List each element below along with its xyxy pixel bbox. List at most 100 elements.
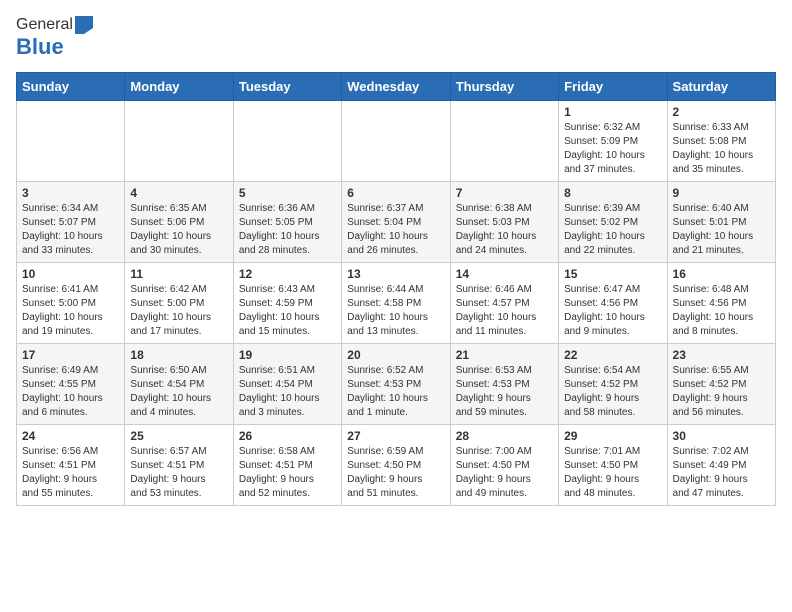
calendar-cell: 22 Sunrise: 6:54 AM Sunset: 4:52 PM Dayli… [559, 344, 667, 425]
calendar-week-row: 10Sunrise: 6:41 AM Sunset: 5:00 PM Dayli… [17, 263, 776, 344]
calendar-cell: 25 Sunrise: 6:57 AM Sunset: 4:51 PM Dayli… [125, 425, 233, 506]
calendar-cell: 10Sunrise: 6:41 AM Sunset: 5:00 PM Dayli… [17, 263, 125, 344]
day-number: 11 [130, 267, 227, 281]
day-info: Sunrise: 6:58 AM Sunset: 4:51 PM Dayligh… [239, 445, 336, 501]
day-number: 1 [564, 105, 661, 119]
calendar-cell [17, 101, 125, 182]
calendar-cell: 13 Sunrise: 6:44 AM Sunset: 4:58 PM Dayli… [342, 263, 450, 344]
calendar-cell: 18 Sunrise: 6:50 AM Sunset: 4:54 PM Dayli… [125, 344, 233, 425]
calendar-header-row: SundayMondayTuesdayWednesdayThursdayFrid… [17, 73, 776, 101]
day-number: 13 [347, 267, 444, 281]
calendar-cell: 9 Sunrise: 6:40 AM Sunset: 5:01 PM Daylig… [667, 182, 775, 263]
calendar-week-row: 3 Sunrise: 6:34 AM Sunset: 5:07 PM Daylig… [17, 182, 776, 263]
day-number: 21 [456, 348, 553, 362]
day-number: 14 [456, 267, 553, 281]
day-number: 3 [22, 186, 119, 200]
calendar-cell: 26 Sunrise: 6:58 AM Sunset: 4:51 PM Dayli… [233, 425, 341, 506]
calendar-cell: 4 Sunrise: 6:35 AM Sunset: 5:06 PM Daylig… [125, 182, 233, 263]
weekday-header: Wednesday [342, 73, 450, 101]
day-number: 18 [130, 348, 227, 362]
calendar-cell: 19Sunrise: 6:51 AM Sunset: 4:54 PM Dayli… [233, 344, 341, 425]
page-header: General Blue [16, 16, 776, 60]
day-info: Sunrise: 7:00 AM Sunset: 4:50 PM Dayligh… [456, 445, 553, 501]
day-number: 16 [673, 267, 770, 281]
day-number: 20 [347, 348, 444, 362]
calendar-week-row: 24 Sunrise: 6:56 AM Sunset: 4:51 PM Dayli… [17, 425, 776, 506]
day-number: 2 [673, 105, 770, 119]
day-info: Sunrise: 6:37 AM Sunset: 5:04 PM Dayligh… [347, 202, 444, 258]
calendar-cell: 24 Sunrise: 6:56 AM Sunset: 4:51 PM Dayli… [17, 425, 125, 506]
weekday-header: Saturday [667, 73, 775, 101]
day-info: Sunrise: 6:54 AM Sunset: 4:52 PM Dayligh… [564, 364, 661, 420]
day-number: 7 [456, 186, 553, 200]
calendar-cell: 16 Sunrise: 6:48 AM Sunset: 4:56 PM Dayli… [667, 263, 775, 344]
day-number: 12 [239, 267, 336, 281]
calendar-cell: 7 Sunrise: 6:38 AM Sunset: 5:03 PM Daylig… [450, 182, 558, 263]
day-number: 24 [22, 429, 119, 443]
calendar-cell: 6 Sunrise: 6:37 AM Sunset: 5:04 PM Daylig… [342, 182, 450, 263]
calendar-cell: 12 Sunrise: 6:43 AM Sunset: 4:59 PM Dayli… [233, 263, 341, 344]
day-info: Sunrise: 6:51 AM Sunset: 4:54 PM Dayligh… [239, 364, 336, 420]
day-info: Sunrise: 6:42 AM Sunset: 5:00 PM Dayligh… [130, 283, 227, 339]
day-number: 27 [347, 429, 444, 443]
day-info: Sunrise: 6:50 AM Sunset: 4:54 PM Dayligh… [130, 364, 227, 420]
calendar-week-row: 1 Sunrise: 6:32 AM Sunset: 5:09 PM Daylig… [17, 101, 776, 182]
day-info: Sunrise: 6:36 AM Sunset: 5:05 PM Dayligh… [239, 202, 336, 258]
day-number: 5 [239, 186, 336, 200]
logo: General Blue [16, 16, 93, 60]
calendar-cell: 30 Sunrise: 7:02 AM Sunset: 4:49 PM Dayli… [667, 425, 775, 506]
day-info: Sunrise: 6:56 AM Sunset: 4:51 PM Dayligh… [22, 445, 119, 501]
day-info: Sunrise: 6:38 AM Sunset: 5:03 PM Dayligh… [456, 202, 553, 258]
day-info: Sunrise: 6:40 AM Sunset: 5:01 PM Dayligh… [673, 202, 770, 258]
day-info: Sunrise: 6:32 AM Sunset: 5:09 PM Dayligh… [564, 121, 661, 177]
day-info: Sunrise: 6:44 AM Sunset: 4:58 PM Dayligh… [347, 283, 444, 339]
calendar-cell: 17Sunrise: 6:49 AM Sunset: 4:55 PM Dayli… [17, 344, 125, 425]
day-number: 22 [564, 348, 661, 362]
day-number: 25 [130, 429, 227, 443]
day-info: Sunrise: 6:55 AM Sunset: 4:52 PM Dayligh… [673, 364, 770, 420]
weekday-header: Thursday [450, 73, 558, 101]
calendar-cell: 20 Sunrise: 6:52 AM Sunset: 4:53 PM Dayli… [342, 344, 450, 425]
day-info: Sunrise: 7:01 AM Sunset: 4:50 PM Dayligh… [564, 445, 661, 501]
day-info: Sunrise: 6:33 AM Sunset: 5:08 PM Dayligh… [673, 121, 770, 177]
weekday-header: Sunday [17, 73, 125, 101]
day-number: 29 [564, 429, 661, 443]
calendar-cell: 29 Sunrise: 7:01 AM Sunset: 4:50 PM Dayli… [559, 425, 667, 506]
day-number: 9 [673, 186, 770, 200]
logo-general-text: General [16, 16, 73, 34]
calendar-cell: 15 Sunrise: 6:47 AM Sunset: 4:56 PM Dayli… [559, 263, 667, 344]
day-info: Sunrise: 6:49 AM Sunset: 4:55 PM Dayligh… [22, 364, 119, 420]
calendar-cell: 5 Sunrise: 6:36 AM Sunset: 5:05 PM Daylig… [233, 182, 341, 263]
calendar-cell [450, 101, 558, 182]
calendar-cell: 2 Sunrise: 6:33 AM Sunset: 5:08 PM Daylig… [667, 101, 775, 182]
weekday-header: Tuesday [233, 73, 341, 101]
day-info: Sunrise: 6:48 AM Sunset: 4:56 PM Dayligh… [673, 283, 770, 339]
logo-blue-text: Blue [16, 34, 64, 60]
calendar-cell [342, 101, 450, 182]
day-number: 15 [564, 267, 661, 281]
day-number: 26 [239, 429, 336, 443]
day-number: 23 [673, 348, 770, 362]
day-info: Sunrise: 6:35 AM Sunset: 5:06 PM Dayligh… [130, 202, 227, 258]
calendar-cell [125, 101, 233, 182]
day-info: Sunrise: 6:57 AM Sunset: 4:51 PM Dayligh… [130, 445, 227, 501]
day-number: 6 [347, 186, 444, 200]
calendar-cell: 23 Sunrise: 6:55 AM Sunset: 4:52 PM Dayli… [667, 344, 775, 425]
day-number: 4 [130, 186, 227, 200]
weekday-header: Friday [559, 73, 667, 101]
day-info: Sunrise: 6:43 AM Sunset: 4:59 PM Dayligh… [239, 283, 336, 339]
day-info: Sunrise: 6:52 AM Sunset: 4:53 PM Dayligh… [347, 364, 444, 420]
day-number: 10 [22, 267, 119, 281]
day-info: Sunrise: 6:39 AM Sunset: 5:02 PM Dayligh… [564, 202, 661, 258]
logo-flag-icon [75, 16, 93, 34]
calendar-cell: 27Sunrise: 6:59 AM Sunset: 4:50 PM Dayli… [342, 425, 450, 506]
day-number: 28 [456, 429, 553, 443]
day-info: Sunrise: 6:34 AM Sunset: 5:07 PM Dayligh… [22, 202, 119, 258]
calendar-cell: 21Sunrise: 6:53 AM Sunset: 4:53 PM Dayli… [450, 344, 558, 425]
day-number: 30 [673, 429, 770, 443]
day-info: Sunrise: 7:02 AM Sunset: 4:49 PM Dayligh… [673, 445, 770, 501]
calendar-cell [233, 101, 341, 182]
day-info: Sunrise: 6:46 AM Sunset: 4:57 PM Dayligh… [456, 283, 553, 339]
day-number: 8 [564, 186, 661, 200]
day-info: Sunrise: 6:47 AM Sunset: 4:56 PM Dayligh… [564, 283, 661, 339]
